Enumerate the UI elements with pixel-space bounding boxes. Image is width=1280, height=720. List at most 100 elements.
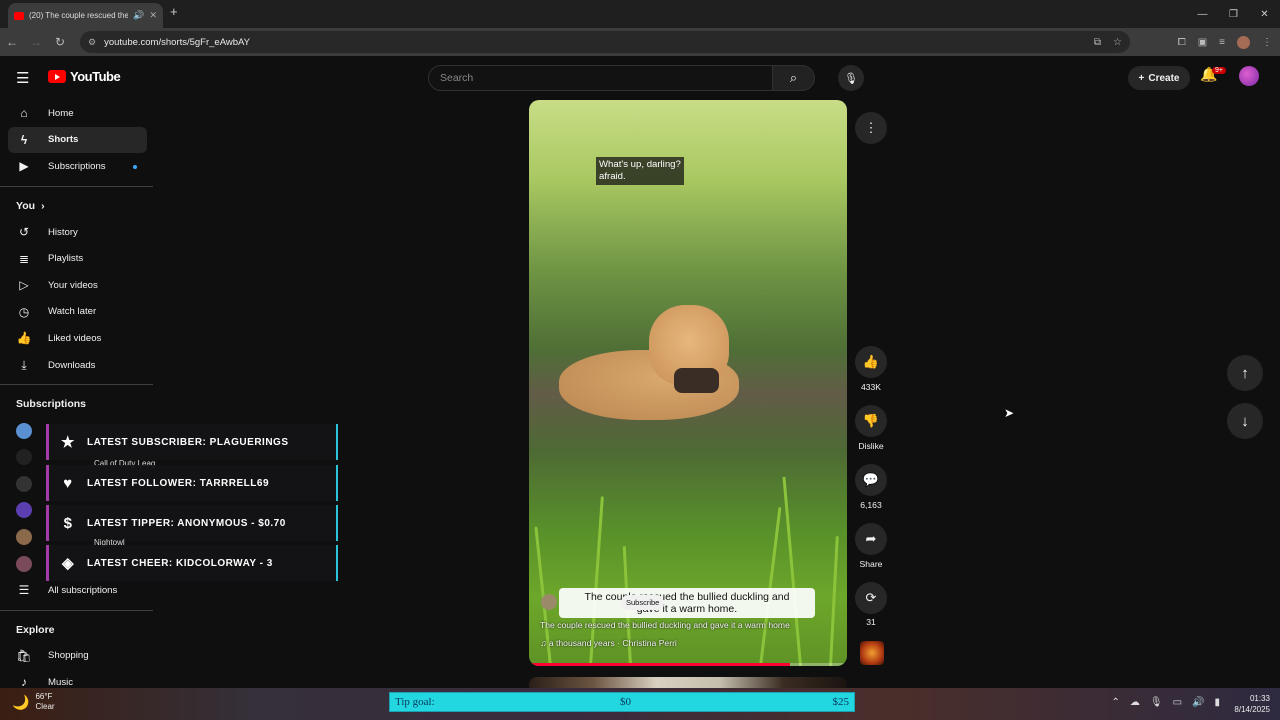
music-credit[interactable]: ♫ a thousand years · Christina Perri (540, 638, 677, 648)
search-button[interactable]: ⌕ (773, 65, 815, 91)
url-field[interactable]: ⚙ youtube.com/shorts/5gFr_eAwbAY ⧉ ☆ (80, 31, 1130, 53)
system-clock[interactable]: 01:33 8/14/2025 (1234, 693, 1270, 715)
sidebar-item-shopping[interactable]: 🛍 Shopping (8, 643, 147, 670)
sound-thumbnail[interactable] (860, 641, 884, 665)
arrow-up-icon: ↑ (1241, 364, 1249, 382)
cloud-icon[interactable]: ☁ (1130, 697, 1140, 708)
video-progress-bar[interactable] (529, 663, 847, 666)
thumbs-down-icon: 👎 (862, 413, 880, 428)
voice-search-button[interactable]: 🎙 (838, 65, 864, 91)
subscriptions-section-header: Subscriptions (0, 391, 155, 417)
youtube-header: ☰ YouTube ⌕ 🎙 + Create 🔔 (0, 56, 1280, 100)
tip-goal-bar: Tip goal: $0 $25 (389, 692, 855, 712)
channel-avatar[interactable] (541, 594, 557, 610)
sidebar-item-home[interactable]: ⌂ Home (8, 100, 147, 127)
browser-menu-icon[interactable]: ⋮ (1262, 37, 1272, 48)
channel-avatar (16, 475, 32, 492)
create-button[interactable]: + Create (1128, 66, 1190, 90)
browser-tab[interactable]: (20) The couple rescued the 🔊 ✕ (8, 3, 163, 28)
share-button[interactable]: ➦ (855, 523, 887, 555)
weather-widget[interactable]: 🌙 66°F Clear (12, 692, 55, 712)
share-label: Share (859, 559, 883, 569)
close-window-icon[interactable]: ✕ (1249, 0, 1280, 28)
back-icon[interactable]: ← (0, 35, 24, 49)
sidebar-item-history[interactable]: ↺ History (8, 219, 147, 246)
sidebar-item-playlists[interactable]: ≣ Playlists (8, 245, 147, 272)
browser-profile-avatar[interactable] (1237, 35, 1250, 49)
grass-blade (759, 507, 782, 666)
media-icon[interactable]: ≡ (1219, 37, 1225, 48)
battery-icon[interactable]: ▮ (1214, 697, 1220, 708)
divider (0, 384, 153, 386)
chevron-up-icon[interactable]: ⌃ (1111, 697, 1119, 708)
clock-time: 01:33 (1249, 694, 1270, 703)
download-icon: ⤓ (21, 357, 27, 372)
channel-avatar (16, 555, 32, 572)
dislike-label: Dislike (858, 441, 884, 451)
window-controls: — ❐ ✕ (1187, 0, 1280, 28)
subscriptions-title: Subscriptions (16, 398, 87, 411)
subscribe-button[interactable]: Subscribe (621, 595, 665, 610)
cat-harness (674, 368, 719, 393)
sidebar-item-label: Subscriptions (48, 160, 106, 172)
site-info-icon[interactable]: ⚙ (88, 37, 96, 48)
sidebar-item-music[interactable]: ♪ Music (8, 669, 147, 688)
notification-count-badge: 9+ (1212, 67, 1226, 74)
sidebar-item-downloads[interactable]: ⤓ Downloads (8, 352, 147, 379)
restore-icon[interactable]: ❐ (1218, 0, 1249, 28)
search-input[interactable] (428, 65, 773, 91)
address-bar: ← → ↻ ⚙ youtube.com/shorts/5gFr_eAwbAY ⧉… (0, 28, 1280, 56)
explore-section-header: Explore (0, 617, 155, 643)
remix-icon: ⟳ (865, 590, 877, 605)
you-section-header[interactable]: You › (0, 193, 155, 219)
channel-avatar (16, 449, 32, 466)
alert-text: LATEST CHEER: KIDCOLORWAY - 3 (87, 557, 273, 569)
remix-button[interactable]: ⟳ (855, 582, 887, 614)
youtube-logo[interactable]: YouTube (48, 69, 121, 84)
tip-current-amount: $0 (620, 696, 631, 708)
minimize-icon[interactable]: — (1187, 0, 1218, 28)
sidebar-item-label: Shopping (48, 650, 89, 662)
reload-icon[interactable]: ↻ (48, 35, 72, 49)
sidebar-item-watch-later[interactable]: ◷ Watch later (8, 299, 147, 326)
thumbs-up-icon: 👍 (862, 354, 880, 369)
title-line: The couple rescued the bullied duckling … (584, 591, 790, 603)
youtube-play-icon (48, 70, 66, 83)
previous-short-button[interactable]: ↑ (1227, 355, 1263, 391)
sidebar-item-liked-videos[interactable]: 👍 Liked videos (8, 325, 147, 352)
hamburger-menu-icon[interactable]: ☰ (16, 69, 29, 87)
microphone-icon[interactable]: 🎙 (1150, 697, 1163, 708)
more-options-button[interactable]: ⋮ (855, 112, 887, 144)
video-description[interactable]: The couple rescued the bullied duckling … (540, 620, 790, 630)
install-icon[interactable]: ⧉ (1094, 37, 1101, 48)
new-tab-button[interactable]: + (170, 4, 178, 19)
sidebar-item-subscriptions[interactable]: ▶ Subscriptions (8, 153, 147, 180)
network-icon[interactable]: ▭ (1173, 697, 1182, 708)
star-icon: ★ (61, 434, 75, 451)
explore-title: Explore (16, 623, 55, 636)
close-tab-icon[interactable]: ✕ (149, 10, 157, 21)
account-avatar[interactable] (1239, 66, 1259, 86)
sidepanel-icon[interactable]: ▣ (1198, 37, 1207, 48)
sidebar-item-label: Music (48, 676, 74, 688)
dislike-button[interactable]: 👎 (855, 405, 887, 437)
sidebar-item-your-videos[interactable]: ▷ Your videos (8, 272, 147, 299)
like-button[interactable]: 👍 (855, 346, 887, 378)
channel-avatar (16, 502, 32, 519)
shorts-video-player[interactable]: What's up, darling? afraid. The couple r… (529, 100, 847, 666)
heart-icon: ♥ (63, 474, 73, 492)
search-icon: ⌕ (789, 70, 798, 85)
browser-extensions: ⧠ ▣ ≡ ⋮ (1178, 28, 1280, 56)
tip-goal-amount: $25 (832, 696, 850, 708)
sidebar-item-label: Home (48, 107, 74, 119)
sidebar-item-label: Downloads (48, 359, 96, 371)
volume-icon[interactable]: 🔊 (1192, 697, 1204, 708)
forward-icon[interactable]: → (24, 35, 48, 49)
bookmark-star-icon[interactable]: ☆ (1113, 37, 1122, 48)
audio-icon[interactable]: 🔊 (133, 10, 144, 21)
sidebar: ⌂ Home ϟ Shorts ▶ Subscriptions You › ↺ … (0, 100, 155, 688)
sidebar-item-shorts[interactable]: ϟ Shorts (8, 126, 147, 154)
next-short-button[interactable]: ↓ (1227, 403, 1263, 439)
comments-button[interactable]: 💬 (855, 464, 887, 496)
extensions-icon[interactable]: ⧠ (1178, 37, 1186, 48)
